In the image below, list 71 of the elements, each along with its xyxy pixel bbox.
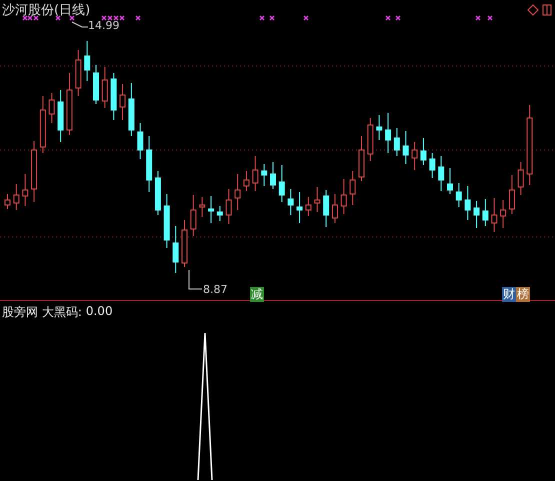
candlestick bbox=[226, 188, 232, 224]
price-label: 14.99 bbox=[88, 19, 120, 32]
candlestick bbox=[482, 198, 488, 226]
candlestick bbox=[234, 174, 241, 210]
candlestick bbox=[216, 206, 223, 222]
event-tag: 财 bbox=[502, 287, 516, 302]
indicator-value: 0.00 bbox=[86, 304, 113, 320]
candlestick bbox=[385, 112, 392, 154]
candlestick bbox=[447, 168, 453, 194]
event-tag: 榜 bbox=[516, 287, 530, 302]
candlestick bbox=[500, 200, 506, 228]
candlestick bbox=[93, 64, 99, 104]
candlestick bbox=[31, 140, 38, 202]
candlestick bbox=[199, 196, 206, 218]
candlestick bbox=[332, 194, 338, 224]
candlestick bbox=[48, 92, 55, 124]
candlestick bbox=[429, 152, 436, 178]
candlestick bbox=[340, 178, 347, 214]
candlestick bbox=[394, 128, 400, 156]
candlestick bbox=[474, 200, 480, 228]
candlestick bbox=[508, 174, 515, 214]
candlestick bbox=[438, 156, 444, 192]
candlestick bbox=[376, 114, 382, 140]
candlestick bbox=[350, 170, 356, 206]
candlestick bbox=[358, 136, 364, 182]
candlestick bbox=[412, 142, 418, 170]
candlestick bbox=[146, 136, 152, 192]
candlestick bbox=[75, 50, 82, 96]
candlestick bbox=[270, 162, 276, 190]
candlestick bbox=[296, 192, 303, 224]
candlestick bbox=[128, 82, 134, 136]
candlestick bbox=[402, 130, 409, 164]
candlestick bbox=[420, 138, 426, 166]
candlestick bbox=[120, 84, 126, 120]
candlestick bbox=[182, 220, 188, 268]
candlestick bbox=[464, 186, 471, 220]
candlestick bbox=[164, 194, 170, 248]
candlestick bbox=[278, 164, 285, 202]
candlestick bbox=[491, 198, 498, 232]
event-tag: 减 bbox=[250, 287, 264, 302]
candlestick bbox=[154, 170, 161, 216]
candlestick bbox=[22, 174, 28, 206]
candlestick bbox=[40, 96, 46, 154]
leader-line bbox=[72, 22, 88, 28]
candlestick bbox=[66, 72, 72, 136]
candlestick bbox=[518, 162, 524, 196]
indicator-title: 股旁网 大黑码: bbox=[2, 304, 82, 321]
candlestick bbox=[84, 40, 90, 82]
candlestick bbox=[261, 164, 268, 186]
candlestick bbox=[58, 90, 64, 142]
candlestick bbox=[172, 226, 179, 274]
candlestick bbox=[110, 72, 117, 120]
chart-title: 沙河股份(日线) bbox=[2, 2, 90, 19]
diamond-icon bbox=[527, 4, 539, 16]
candlestick bbox=[367, 118, 374, 162]
candlestick bbox=[13, 184, 20, 210]
candlestick bbox=[288, 188, 294, 216]
candlestick bbox=[456, 182, 462, 208]
candlestick bbox=[305, 196, 312, 216]
candlestick bbox=[190, 194, 196, 236]
candlestick bbox=[137, 122, 144, 160]
candlestick bbox=[243, 170, 250, 192]
candlestick bbox=[314, 186, 320, 212]
candlestick bbox=[323, 190, 330, 228]
candlestick bbox=[208, 196, 214, 224]
price-label: 8.87 bbox=[203, 283, 228, 296]
leader-line bbox=[188, 270, 202, 290]
candlestick bbox=[4, 194, 10, 210]
candlestick bbox=[102, 66, 108, 108]
candlestick bbox=[252, 156, 258, 192]
window-icon bbox=[542, 4, 552, 16]
